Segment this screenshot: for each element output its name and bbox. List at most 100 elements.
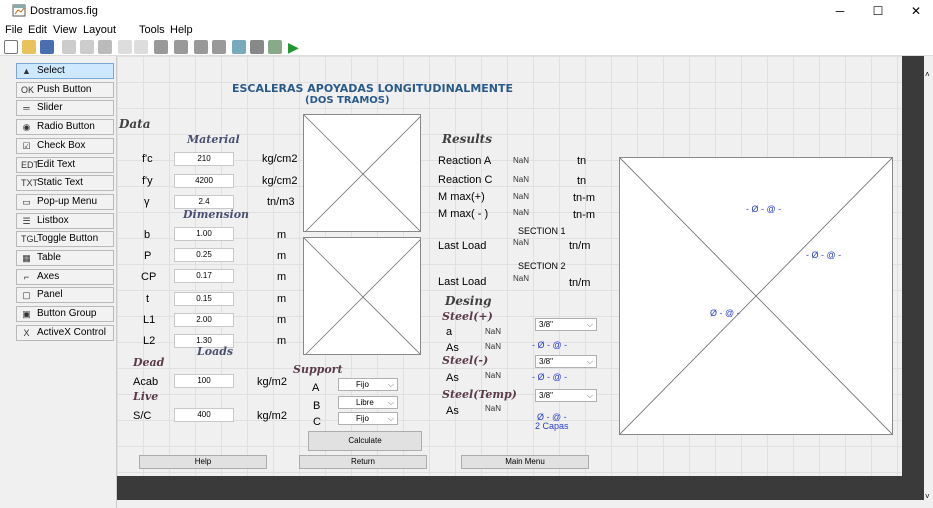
cp-input[interactable]: 0.17	[174, 269, 234, 283]
palette-item-label: Slider	[37, 102, 63, 114]
menu-edit[interactable]: Edit	[28, 22, 47, 38]
return-button[interactable]: Return	[299, 455, 427, 469]
close-button[interactable]: ✕	[897, 0, 933, 22]
l1-input[interactable]: 2.00	[174, 313, 234, 327]
fy-unit: kg/cm2	[262, 175, 298, 187]
t-unit: m	[277, 293, 287, 305]
menu-help[interactable]: Help	[170, 22, 193, 38]
sc-input[interactable]: 400	[174, 408, 234, 422]
palette-item-toggle-button[interactable]: TGL Toggle Button	[16, 231, 114, 248]
menu-view[interactable]: View	[53, 22, 77, 38]
l2-label: L2	[143, 335, 156, 347]
p-unit: m	[277, 250, 287, 262]
chevron-down-icon: ⌵	[387, 414, 394, 423]
fc-input[interactable]: 210	[174, 152, 234, 166]
acab-input[interactable]: 100	[174, 374, 234, 388]
form-title: ESCALERAS APOYADAS LONGITUDINALMENTE	[232, 82, 514, 95]
section-2-label: SECTION 2	[518, 261, 566, 271]
reaction-c-value: NaN	[513, 175, 530, 184]
t-input[interactable]: 0.15	[174, 292, 234, 306]
palette-item-static-text[interactable]: TXT Static Text	[16, 175, 114, 192]
chevron-down-icon: ⌵	[586, 320, 593, 329]
palette-item-table[interactable]: ▦ Table	[16, 250, 114, 266]
as1-label: As	[446, 342, 459, 354]
b-input[interactable]: 1.00	[174, 227, 234, 241]
support-c-select[interactable]: Fijo ⌵	[338, 412, 398, 425]
copy-icon[interactable]	[80, 40, 94, 54]
menu-editor-icon[interactable]	[174, 40, 188, 54]
scroll-down-icon[interactable]: ˅	[925, 492, 930, 501]
scroll-up-icon[interactable]: ˄	[925, 70, 930, 79]
open-icon[interactable]	[22, 40, 36, 54]
as2-value: NaN	[485, 371, 502, 380]
palette-item-edit-text[interactable]: EDT Edit Text	[16, 156, 114, 173]
object-browser-icon[interactable]	[268, 40, 282, 54]
palette-item-push-button[interactable]: OK Push Button	[16, 81, 114, 98]
palette-item-label: Button Group	[37, 308, 97, 320]
vertical-scrollbar[interactable]: ˄ ˅	[924, 56, 933, 508]
cp-unit: m	[277, 271, 287, 283]
support-a-select[interactable]: Fijo ⌵	[338, 378, 398, 391]
gamma-input[interactable]: 2.4	[174, 195, 234, 209]
cut-icon[interactable]	[62, 40, 76, 54]
save-icon[interactable]	[40, 40, 54, 54]
support-b-select[interactable]: Libre ⌵	[338, 396, 398, 409]
toolbar-editor-icon[interactable]	[212, 40, 226, 54]
editor-icon[interactable]	[232, 40, 246, 54]
redo-icon[interactable]	[134, 40, 148, 54]
property-inspector-icon[interactable]	[250, 40, 264, 54]
palette-item-pop-up-menu[interactable]: ▭ Pop-up Menu	[16, 193, 114, 210]
horizontal-scrollbar[interactable]	[117, 500, 924, 508]
steel-neg-select[interactable]: 3/8" ⌵	[535, 355, 597, 368]
palette-item-panel[interactable]: ▢ Panel	[16, 287, 114, 304]
form-subtitle: (DOS TRAMOS)	[305, 95, 390, 106]
cp-label: CP	[141, 271, 157, 283]
b-label: b	[144, 229, 151, 241]
steel-neg-heading: Steel(-)	[442, 354, 489, 367]
palette-item-button-group[interactable]: ▣ Button Group	[16, 306, 114, 323]
last-load-2-label: Last Load	[438, 276, 487, 288]
gamma-unit: tn/m3	[267, 196, 295, 208]
fy-input[interactable]: 4200	[174, 174, 234, 188]
reaction-c-label: Reaction C	[438, 174, 493, 186]
as1-value: NaN	[485, 342, 502, 351]
maximize-button[interactable]: ☐	[859, 0, 897, 22]
as3-value: NaN	[485, 404, 502, 413]
menu-layout[interactable]: Layout	[83, 22, 116, 38]
palette-item-listbox[interactable]: ☰ Listbox	[16, 212, 114, 229]
palette-item-select[interactable]: ▲ Select	[16, 63, 114, 79]
last-load-1-label: Last Load	[438, 240, 487, 252]
minimize-button[interactable]: ─	[821, 0, 859, 22]
palette-item-check-box[interactable]: ☑ Check Box	[16, 137, 114, 154]
chevron-down-icon: ⌵	[586, 391, 593, 400]
gamma-label: γ	[144, 196, 150, 208]
palette-item-slider[interactable]: ═ Slider	[16, 100, 114, 117]
support-c-label: C	[313, 416, 321, 428]
palette-item-activex-control[interactable]: X ActiveX Control	[16, 324, 114, 341]
l2-unit: m	[277, 335, 287, 347]
dimension-heading: Dimension	[183, 208, 250, 221]
align-icon[interactable]	[154, 40, 168, 54]
palette-item-radio-button[interactable]: ◉ Radio Button	[16, 119, 114, 136]
palette-item-label: Static Text	[37, 177, 83, 189]
paste-icon[interactable]	[98, 40, 112, 54]
palette-item-label: Edit Text	[37, 158, 76, 170]
tab-order-icon[interactable]	[194, 40, 208, 54]
undo-icon[interactable]	[118, 40, 132, 54]
p-input[interactable]: 0.25	[174, 248, 234, 262]
new-icon[interactable]	[4, 40, 18, 54]
steel-pos-select[interactable]: 3/8" ⌵	[535, 318, 597, 331]
steel-temp-select[interactable]: 3/8" ⌵	[535, 389, 597, 402]
main-menu-button[interactable]: Main Menu	[461, 455, 589, 469]
palette-item-label: Panel	[37, 289, 63, 301]
reaction-a-unit: tn	[577, 155, 587, 167]
menu-tools[interactable]: Tools	[139, 22, 165, 38]
support-heading: Support	[293, 363, 343, 376]
palette-item-axes[interactable]: ⌐ Axes	[16, 268, 114, 285]
help-button[interactable]: Help	[139, 455, 267, 469]
menu-file[interactable]: File	[5, 22, 23, 38]
run-icon[interactable]: ▶	[288, 39, 299, 56]
loads-heading: Loads	[197, 345, 234, 358]
axes-icon: ⌐	[23, 271, 30, 282]
calculate-button[interactable]: Calculate	[308, 431, 422, 451]
